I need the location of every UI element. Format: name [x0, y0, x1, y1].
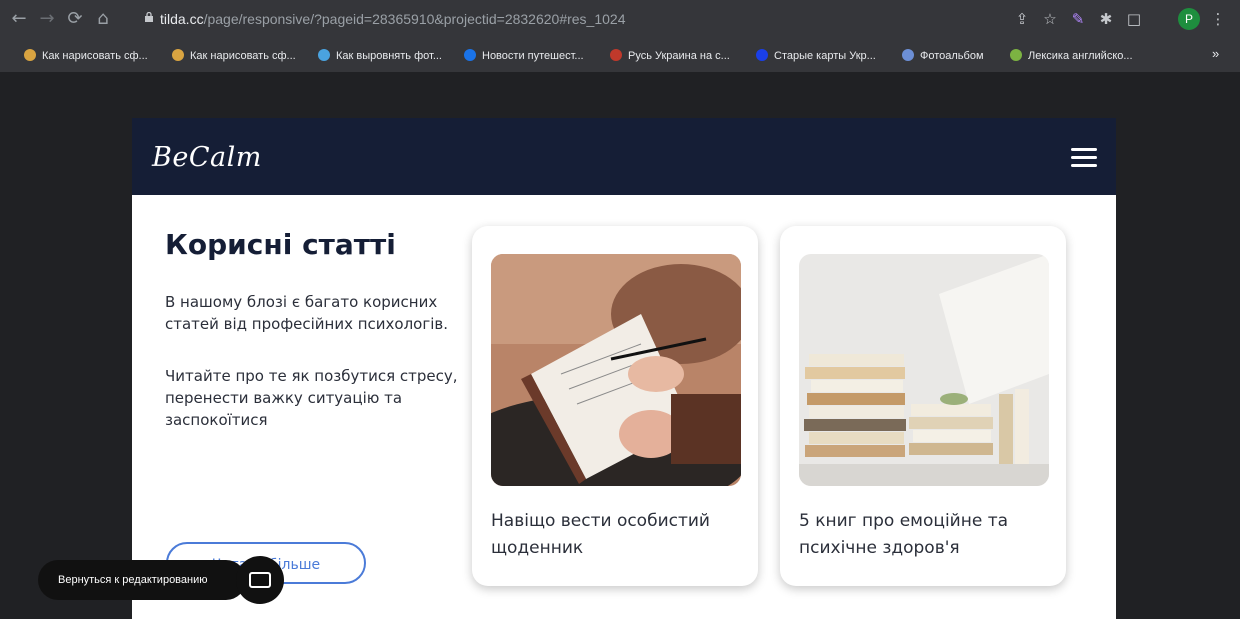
site-header: BeCalm [132, 118, 1116, 195]
bookmark-item[interactable]: Фотоальбом [902, 49, 984, 62]
section-heading: Корисні статті [165, 228, 396, 261]
bookmark-label: Лексика английско... [1028, 50, 1133, 62]
extensions-icon[interactable]: ✱ [1096, 9, 1116, 29]
bookmark-favicon-icon [318, 49, 330, 61]
share-icon[interactable]: ⇪ [1012, 9, 1032, 29]
bookmark-item[interactable]: Как нарисовать сф... [24, 49, 148, 62]
forward-icon[interactable]: → [36, 8, 58, 30]
bookmark-favicon-icon [756, 49, 768, 61]
article-title[interactable]: Навіщо вести особистий щоденник [491, 508, 741, 562]
side-panel-icon[interactable]: □ [1124, 9, 1144, 29]
hamburger-menu-icon[interactable] [1071, 148, 1097, 168]
back-to-editing-button[interactable]: Вернуться к редактированию [38, 560, 246, 600]
profile-avatar[interactable]: P [1178, 8, 1200, 30]
bookmark-favicon-icon [610, 49, 622, 61]
bookmark-favicon-icon [464, 49, 476, 61]
bookmark-label: Старые карты Укр... [774, 50, 876, 62]
menu-kebab-icon[interactable]: ⋮ [1208, 9, 1228, 29]
bookmarks-more-button[interactable]: » [1212, 46, 1219, 61]
home-icon[interactable]: ⌂ [92, 8, 114, 30]
bookmark-favicon-icon [902, 49, 914, 61]
tablet-icon [249, 572, 271, 588]
pen-extension-icon[interactable]: ✎ [1068, 9, 1088, 29]
bookmark-label: Как выровнять фот... [336, 50, 442, 62]
back-icon[interactable]: ← [8, 8, 30, 30]
article-image [491, 254, 741, 486]
bookmark-item[interactable]: Как выровнять фот... [318, 49, 442, 62]
star-icon[interactable]: ☆ [1040, 9, 1060, 29]
bookmark-label: Как нарисовать сф... [190, 50, 296, 62]
lock-icon [145, 12, 153, 22]
bookmarks-bar: Как нарисовать сф... Как нарисовать сф..… [0, 40, 1240, 73]
bookmark-label: Как нарисовать сф... [42, 50, 148, 62]
site-preview: BeCalm Корисні статті В нашому блозі є б… [132, 118, 1116, 619]
url-host: tilda.cc [160, 11, 204, 27]
article-card[interactable]: Навіщо вести особистий щоденник [472, 226, 758, 586]
intro-paragraph: В нашому блозі є багато корисних статей … [165, 293, 449, 333]
article-card[interactable]: 5 книг про емоційне та психічне здоров'я [780, 226, 1066, 586]
article-image [799, 254, 1049, 486]
bookmark-item[interactable]: Русь Украина на с... [610, 49, 730, 62]
device-preview-button[interactable] [236, 556, 284, 604]
bookmark-label: Фотоальбом [920, 50, 984, 62]
bookmark-item[interactable]: Старые карты Укр... [756, 49, 876, 62]
reload-icon[interactable]: ⟳ [64, 8, 86, 30]
bookmark-label: Новости путешест... [482, 50, 584, 62]
bookmark-item[interactable]: Лексика английско... [1010, 49, 1133, 62]
bookmark-label: Русь Украина на с... [628, 50, 730, 62]
article-title[interactable]: 5 книг про емоційне та психічне здоров'я [799, 508, 1049, 562]
bookmark-favicon-icon [1010, 49, 1022, 61]
site-logo[interactable]: BeCalm [152, 142, 262, 173]
bookmark-item[interactable]: Новости путешест... [464, 49, 584, 62]
description-paragraph: Читайте про те як позбутися стресу, пере… [165, 367, 458, 429]
url-path: /page/responsive/?pageid=28365910&projec… [203, 11, 626, 27]
bookmark-item[interactable]: Как нарисовать сф... [172, 49, 296, 62]
bookmark-favicon-icon [24, 49, 36, 61]
bookmark-favicon-icon [172, 49, 184, 61]
browser-toolbar: ← → ⟳ ⌂ tilda.cc/page/responsive/?pageid… [0, 0, 1240, 40]
address-bar[interactable]: tilda.cc/page/responsive/?pageid=2836591… [160, 11, 626, 27]
